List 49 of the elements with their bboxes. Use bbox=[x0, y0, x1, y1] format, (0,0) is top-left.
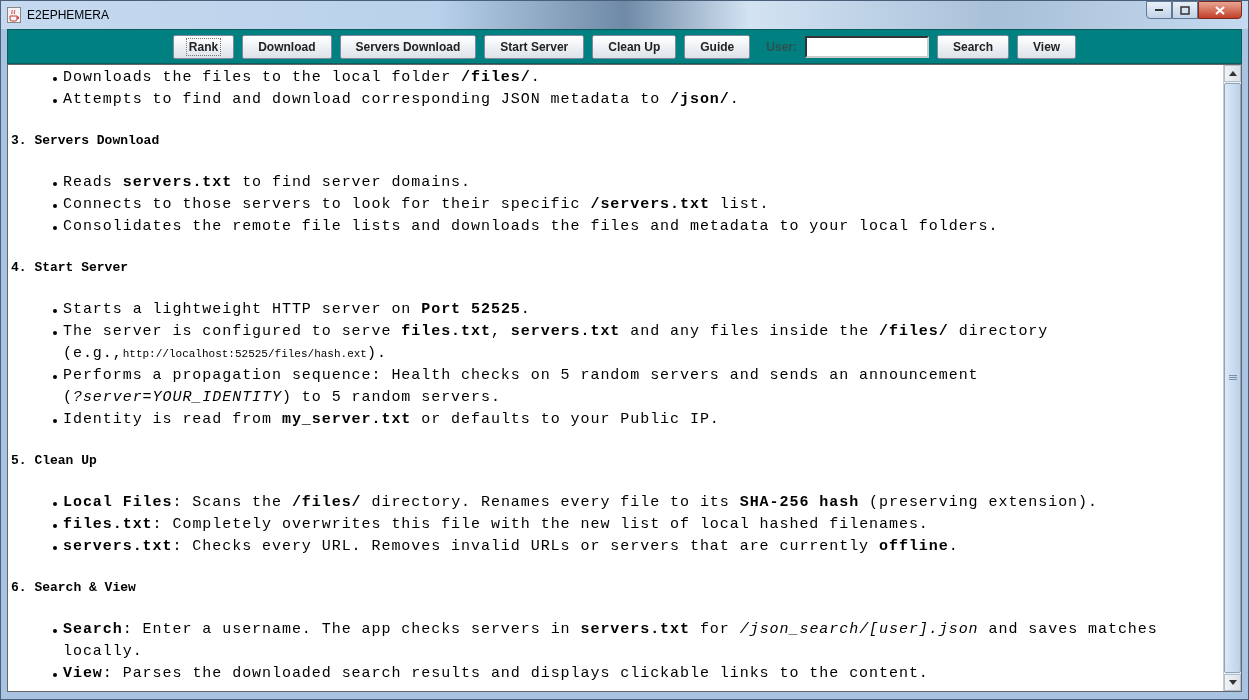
toolbar-button[interactable]: Clean Up bbox=[592, 34, 677, 59]
section-heading: 5. Clean Up bbox=[10, 452, 98, 470]
bullet-icon bbox=[53, 182, 57, 186]
list-item-text: servers.txt: Checks every URL. Removes invalid URLs or servers that are currently offline. bbox=[63, 537, 960, 557]
bullet-icon bbox=[53, 546, 57, 550]
list-item-text: Downloads the files to the local folder /files/. bbox=[63, 68, 542, 88]
toolbar-button[interactable]: Rank bbox=[172, 34, 235, 59]
toolbar-button[interactable]: View bbox=[1017, 34, 1077, 59]
list-item-text: Identity is read from my_server.txt or defaults to your Public IP. bbox=[63, 410, 721, 430]
section-heading: 3. Servers Download bbox=[10, 132, 161, 150]
bullet-icon bbox=[53, 502, 57, 506]
list-item-text: The server is configured to serve files.txt, servers.txt and any files inside the /files/ directory (e.g.,http://localhost:52525/files/hash.ext). bbox=[63, 322, 1050, 364]
minimize-icon bbox=[1154, 8, 1164, 12]
bullet-icon bbox=[53, 419, 57, 423]
list-item-text: Connects to those servers to look for their specific /servers.txt list. bbox=[63, 195, 771, 215]
bullet-icon bbox=[53, 673, 57, 677]
section-heading: 4. Start Server bbox=[10, 259, 130, 277]
toolbar-button[interactable]: Guide bbox=[684, 34, 751, 59]
list-item-text: Consolidates the remote file lists and downloads the files and metadata to your local folders. bbox=[63, 217, 1000, 237]
list-item-text: files.txt: Completely overwrites this file with the new list of local hashed filenames. bbox=[63, 515, 930, 535]
bullet-icon bbox=[53, 226, 57, 230]
list-item-text: Attempts to find and download corresponding JSON metadata to /json/. bbox=[63, 90, 741, 110]
list-item-text: Search: Enter a username. The app checks servers in servers.txt for /json_search/[user].json and saves matches locally. bbox=[63, 620, 1159, 662]
bullet-icon bbox=[53, 99, 57, 103]
bullet-icon bbox=[53, 331, 57, 335]
toolbar-button[interactable]: Start Server bbox=[484, 34, 585, 59]
toolbar-button[interactable]: Download bbox=[242, 34, 332, 59]
bullet-icon bbox=[53, 524, 57, 528]
toolbar-button[interactable]: Search bbox=[937, 34, 1009, 59]
list-item-text: Starts a lightweight HTTP server on Port 52525. bbox=[63, 300, 532, 320]
bullet-icon bbox=[53, 77, 57, 81]
bullet-icon bbox=[53, 309, 57, 313]
bullet-icon bbox=[53, 204, 57, 208]
section-heading: 6. Search & View bbox=[10, 579, 137, 597]
bullet-icon bbox=[53, 629, 57, 633]
toolbar-button[interactable]: Servers Download bbox=[339, 34, 477, 59]
list-item-text: View: Parses the downloaded search results and displays clickable links to the content. bbox=[63, 664, 930, 684]
list-item-text: Reads servers.txt to find server domains. bbox=[63, 173, 473, 193]
bullet-icon bbox=[53, 375, 57, 379]
java-cup-icon bbox=[7, 7, 21, 23]
user-input-field[interactable] bbox=[805, 35, 929, 58]
list-item-text: Local Files: Scans the /files/ directory. Renames every file to its SHA-256 hash (preserving extension). bbox=[63, 493, 1099, 513]
list-item-text: Performs a propagation sequence: Health checks on 5 random servers and sends an announcement (?server=YOUR_IDENTITY) to 5 random servers. bbox=[63, 366, 980, 408]
maximize-icon bbox=[1180, 5, 1190, 15]
close-icon bbox=[1215, 5, 1225, 15]
close-button[interactable] bbox=[1198, 1, 1242, 19]
maximize-button[interactable] bbox=[1172, 1, 1198, 19]
minimize-button[interactable] bbox=[1146, 1, 1172, 19]
window-title: E2EPHEMERA bbox=[27, 8, 110, 22]
